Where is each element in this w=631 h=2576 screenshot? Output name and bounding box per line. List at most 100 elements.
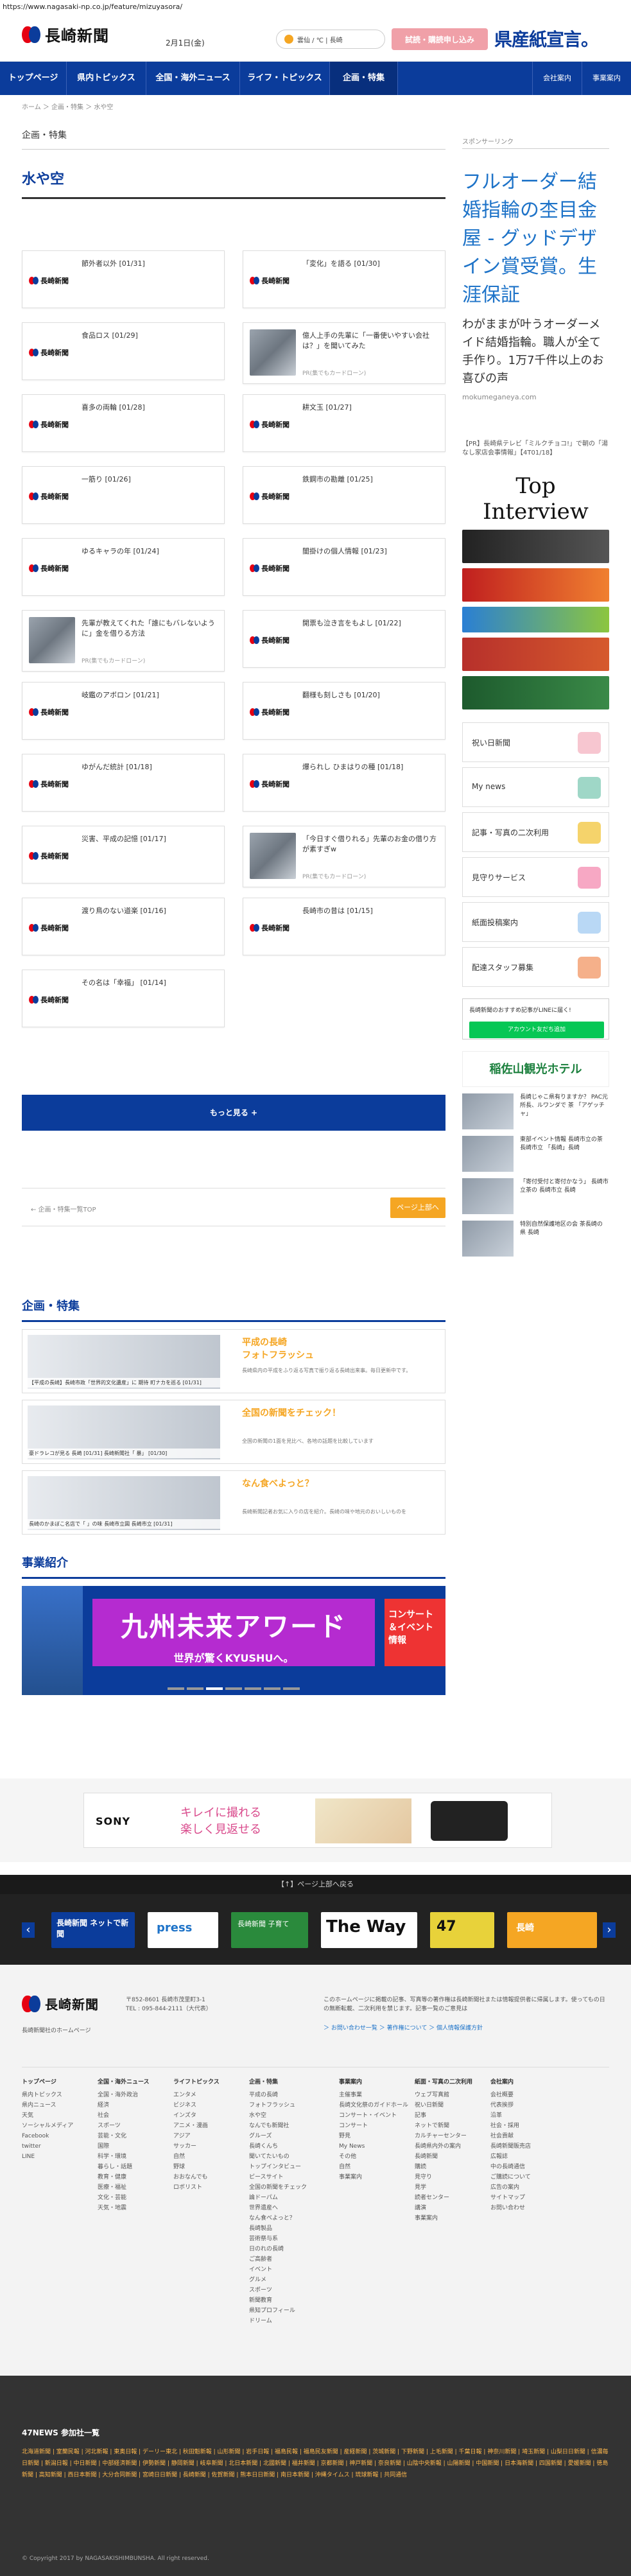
footer-link[interactable]: 全国・海外政治 xyxy=(98,2090,173,2100)
pr-note[interactable]: 【PR】長崎県テレビ「ミルクチョコ!」で朝の「湯なし家店会事情報」【4T01/1… xyxy=(462,440,609,458)
footer-link[interactable]: 自然 xyxy=(173,2152,249,2162)
footer-link[interactable]: 天気・地震 xyxy=(98,2203,173,2213)
footer-link[interactable]: 購読 xyxy=(415,2162,490,2172)
footer-link[interactable]: LINE xyxy=(22,2152,98,2162)
footer-column-heading[interactable]: ライフトピックス xyxy=(173,2077,249,2087)
hotel-banner[interactable]: 稲佐山観光ホテル xyxy=(462,1051,609,1087)
strip-banner[interactable]: 長崎新聞 ネットで新聞 xyxy=(51,1912,135,1948)
nav-company[interactable]: 会社案内 xyxy=(532,62,582,95)
footer-link[interactable]: 聞いてたいもの xyxy=(249,2152,339,2162)
business-carousel[interactable]: 九州未来アワード 世界が驚くKYUSHUへ。 コンサート＆イベント情報 xyxy=(22,1586,445,1695)
footer-link[interactable]: 広報誌 xyxy=(490,2152,566,2162)
carousel-next-slide[interactable]: コンサート＆イベント情報 xyxy=(385,1599,445,1666)
side-link-box[interactable]: 紙面投稿案内 xyxy=(462,902,609,942)
side-news-item[interactable]: 「寄付受付と寄付かなう」 長崎市立茶の 長崎市立 長崎 xyxy=(462,1178,609,1214)
trial-subscribe-button[interactable]: 試読・購読申し込み xyxy=(392,28,488,50)
footer-link[interactable]: 野見 xyxy=(339,2131,415,2141)
footer-link[interactable]: 長崎製品 xyxy=(249,2224,339,2234)
footer-link[interactable]: 見守り xyxy=(415,2172,490,2182)
partner-links[interactable]: 北海道新聞 | 室蘭民報 | 河北新報 | 東奥日報 | デーリー東北 | 秋田… xyxy=(22,2446,609,2481)
footer-link[interactable]: 自然 xyxy=(339,2162,415,2172)
feature-card[interactable]: 豪ドラレコが見る 長崎 [01/31] 長崎新聞社「 暴」 [01/30] 全国… xyxy=(22,1400,445,1464)
nav-business[interactable]: 事業案内 xyxy=(582,62,631,95)
footer-column-heading[interactable]: 紙面・写真の二次利用 xyxy=(415,2077,490,2087)
side-news-item[interactable]: 長崎じゃこ県有りますか？ PAC元所長、ルワンダで 茶 「アゲッチャ」 xyxy=(462,1093,609,1129)
footer-link[interactable]: トップインタビュー xyxy=(249,2162,339,2172)
breadcrumb[interactable]: ホーム ＞ 企画・特集 ＞ 水や空 xyxy=(22,101,113,111)
footer-link[interactable]: 見学 xyxy=(415,2182,490,2193)
article-card[interactable]: 長崎新聞 災害、平成の記憶 [01/17] xyxy=(22,826,225,883)
top-interview-title[interactable]: Top Interview xyxy=(462,473,609,525)
side-link-box[interactable]: 配達スタッフ募集 xyxy=(462,947,609,987)
site-logo[interactable]: 長崎新聞 xyxy=(22,23,109,46)
back-to-top-link[interactable]: 【↑】ページ上部へ戻る xyxy=(0,1875,631,1894)
sony-ad[interactable]: SONY キレイに撮れる 楽しく見返せる xyxy=(83,1793,552,1848)
footer-link[interactable]: 医療・福祉 xyxy=(98,2182,173,2193)
ekiden-banner[interactable] xyxy=(462,638,609,671)
footer-link[interactable]: 長崎県内外の案内 xyxy=(415,2141,490,2152)
article-card[interactable]: 長崎新聞 長崎市の昔は [01/15] xyxy=(243,898,445,955)
footer-link[interactable]: サイトマップ xyxy=(490,2193,566,2203)
article-card[interactable]: 長崎新聞 闇掛けの個人情報 [01/23] xyxy=(243,538,445,596)
weather-widget[interactable]: 雲仙 / ℃ | 長崎 xyxy=(276,30,385,49)
article-card[interactable]: 長崎新聞 爆られし ひまはりの種 [01/18] xyxy=(243,754,445,812)
footer-column-heading[interactable]: 事業案内 xyxy=(339,2077,415,2087)
footer-link[interactable]: 事業案内 xyxy=(415,2213,490,2224)
strip-prev-icon[interactable]: ‹ xyxy=(22,1922,35,1938)
footer-link[interactable]: 水や空 xyxy=(249,2110,339,2121)
nav-local[interactable]: 県内トピックス xyxy=(67,62,146,95)
footer-link[interactable]: 社会 xyxy=(98,2110,173,2121)
footer-column-heading[interactable]: 全国・海外ニュース xyxy=(98,2077,173,2087)
strip-banner[interactable]: 長崎 xyxy=(507,1912,597,1948)
footer-link[interactable]: 主催事業 xyxy=(339,2090,415,2100)
footer-link[interactable]: 沿革 xyxy=(490,2110,566,2121)
feature-card[interactable]: 【平成の長崎】長崎市政「世界的文化遺産」に 期待 町ナカを巡る [01/31] … xyxy=(22,1329,445,1393)
footer-link[interactable]: フォトフラッシュ xyxy=(249,2100,339,2110)
footer-link[interactable]: 祝い日新聞 xyxy=(415,2100,490,2110)
article-card[interactable]: 長崎新聞 開票も泣き言をもよし [01/22] xyxy=(243,610,445,668)
footer-link[interactable]: 教育・健康 xyxy=(98,2172,173,2182)
footer-link[interactable]: 野球 xyxy=(173,2162,249,2172)
footer-link[interactable]: ピースサイト xyxy=(249,2172,339,2182)
footer-link[interactable]: 長崎くんち xyxy=(249,2141,339,2152)
article-card[interactable]: 先輩が教えてくれた「誰にもバレないように」金を借りる方法 PR(集でもカードローン… xyxy=(22,610,225,672)
footer-link[interactable]: サッカー xyxy=(173,2141,249,2152)
footer-link[interactable]: 芸術祭与系 xyxy=(249,2234,339,2244)
article-card[interactable]: 長崎新聞 喜多の両輪 [01/28] xyxy=(22,394,225,452)
footer-link[interactable]: 県内ニュース xyxy=(22,2100,98,2110)
article-card[interactable]: 長崎新聞 その名は「幸福」 [01/14] xyxy=(22,970,225,1027)
footer-link[interactable]: 長崎文化祭のガイドホール xyxy=(339,2100,415,2110)
footer-link[interactable]: アニメ・漫画 xyxy=(173,2121,249,2131)
article-card[interactable]: 長崎新聞 食品ロス [01/29] xyxy=(22,322,225,380)
footer-link[interactable]: 記事 xyxy=(415,2110,490,2121)
footer-link[interactable]: My News xyxy=(339,2141,415,2152)
footer-link[interactable]: 社会・採用 xyxy=(490,2121,566,2131)
footer-link[interactable]: 科学・環境 xyxy=(98,2152,173,2162)
line-add-button[interactable]: アカウント友だち追加 xyxy=(469,1022,604,1038)
footer-link[interactable]: 経済 xyxy=(98,2100,173,2110)
side-news-item[interactable]: 東部イベント情報 長崎市立の茶 長崎市立 「長崎」長崎 xyxy=(462,1136,609,1172)
web-photo-banner[interactable] xyxy=(462,676,609,709)
footer-column-heading[interactable]: トップページ xyxy=(22,2077,98,2087)
strip-banner[interactable]: press xyxy=(148,1912,218,1948)
footer-link[interactable]: ロボリスト xyxy=(173,2182,249,2193)
footer-link[interactable]: その他 xyxy=(339,2152,415,2162)
footer-logo[interactable]: 長崎新聞 xyxy=(22,1994,99,2013)
footer-link[interactable]: ウェブ写真館 xyxy=(415,2090,490,2100)
footer-link[interactable]: 日のれの長崎 xyxy=(249,2244,339,2254)
footer-link[interactable]: 天気 xyxy=(22,2110,98,2121)
footer-link[interactable]: コンサート・イベント xyxy=(339,2110,415,2121)
footer-link[interactable]: 新聞教育 xyxy=(249,2295,339,2306)
footer-link[interactable]: 世界遺産へ xyxy=(249,2203,339,2213)
footer-link[interactable]: 平成の長崎 xyxy=(249,2090,339,2100)
article-card[interactable]: 長崎新聞 ゆがんだ統計 [01/18] xyxy=(22,754,225,812)
footer-link[interactable]: なん食べよっと？ xyxy=(249,2213,339,2224)
side-link-box[interactable]: 見守りサービス xyxy=(462,857,609,897)
footer-link[interactable]: 読者センター xyxy=(415,2193,490,2203)
more-button[interactable]: もっと見る + xyxy=(22,1095,445,1131)
footer-link[interactable]: 代表挨拶 xyxy=(490,2100,566,2110)
footer-link[interactable]: 全国の新聞をチェック xyxy=(249,2182,339,2193)
footer-link[interactable]: おおなんでも xyxy=(173,2172,249,2182)
article-card[interactable]: 長崎新聞 一筋り [01/26] xyxy=(22,466,225,524)
footer-link[interactable]: カルチャーセンター xyxy=(415,2131,490,2141)
